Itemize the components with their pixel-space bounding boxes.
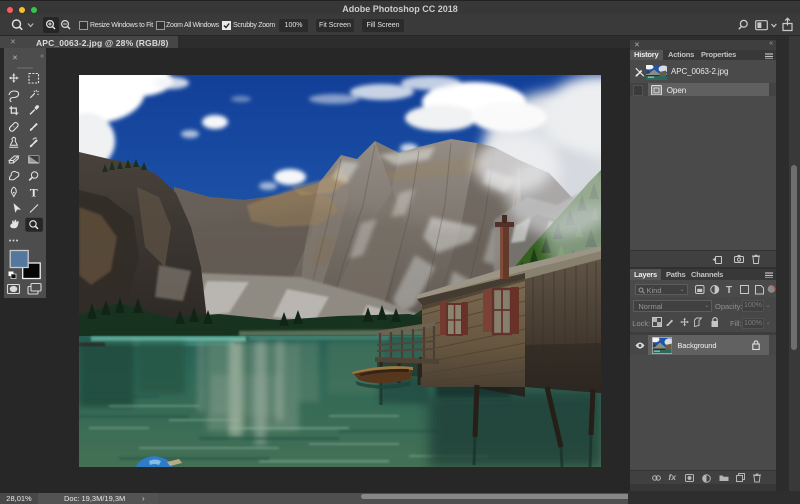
svg-text:T: T: [30, 186, 38, 200]
svg-text:T: T: [726, 285, 732, 295]
